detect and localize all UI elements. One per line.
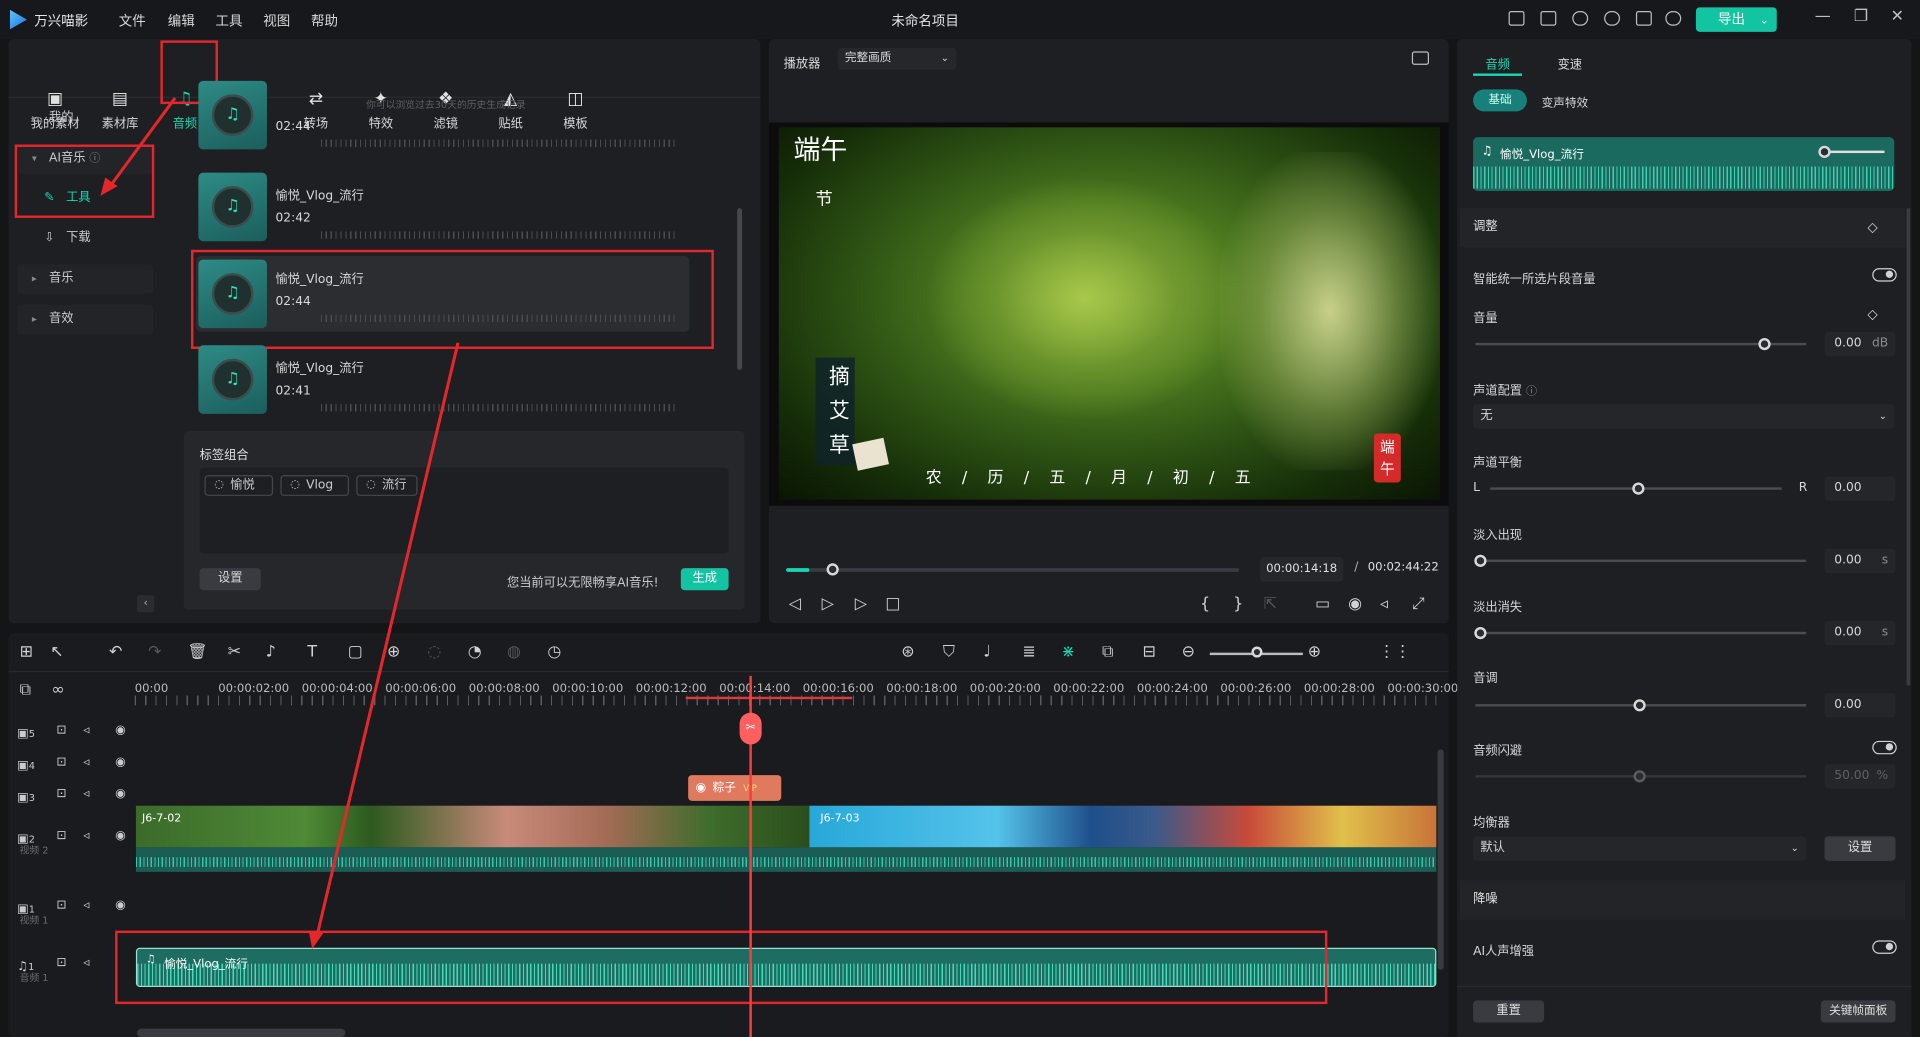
balance-input[interactable]: 0.00	[1824, 476, 1896, 501]
ducking-knob	[1633, 770, 1646, 783]
ducking-value: 50.00	[1834, 768, 1870, 783]
clip-preview: ♫ 愉悦_Vlog_流行	[1473, 137, 1895, 192]
balance-knob[interactable]	[1632, 482, 1645, 495]
keyframe-panel-button[interactable]: 关键帧面板	[1820, 1000, 1896, 1023]
waveform	[1473, 166, 1895, 189]
volume-knob[interactable]	[1758, 337, 1771, 351]
volume-slider[interactable]	[1475, 342, 1807, 346]
clip-preview-name: 愉悦_Vlog_流行	[1500, 148, 1584, 162]
volume-label: 音量	[1473, 312, 1498, 326]
preview-volume-line	[1823, 150, 1885, 154]
fade-in-label: 淡入出现	[1473, 528, 1523, 543]
reset-button[interactable]: 重置	[1473, 1000, 1545, 1023]
pitch-input[interactable]: 0.00	[1824, 693, 1896, 718]
channel-label-text: 声道配置	[1473, 384, 1523, 398]
ai-voice-label: AI人声增强	[1473, 945, 1535, 959]
subtab-voice-effect[interactable]: 变声特效	[1542, 93, 1589, 110]
balance-label: 声道平衡	[1473, 456, 1523, 471]
fade-in-input[interactable]: 0.00 s	[1824, 548, 1896, 574]
channel-value: 无	[1480, 408, 1493, 423]
fade-out-input[interactable]: 0.00 s	[1824, 620, 1896, 646]
ai-voice-toggle[interactable]	[1872, 940, 1897, 954]
fade-out-label: 淡出消失	[1473, 601, 1523, 615]
eq-settings-button[interactable]: 设置	[1824, 836, 1896, 861]
eq-label: 均衡器	[1473, 816, 1510, 831]
keyframe-diamond-icon[interactable]: ◇	[1867, 219, 1877, 235]
channel-select[interactable]: 无 ⌄	[1473, 404, 1895, 429]
volume-unit: dB	[1871, 336, 1889, 351]
fade-out-knob[interactable]	[1474, 626, 1487, 640]
eq-select[interactable]: 默认 ⌄	[1473, 836, 1807, 861]
fade-in-value: 0.00	[1834, 553, 1862, 567]
balance-left-label: L	[1473, 481, 1480, 495]
pitch-knob[interactable]	[1633, 699, 1646, 712]
fade-out-value: 0.00	[1834, 625, 1862, 640]
section-adjust: 调整	[1459, 208, 1906, 248]
sec-unit: s	[1881, 625, 1889, 640]
ducking-toggle[interactable]	[1872, 740, 1897, 755]
pct-unit: %	[1876, 768, 1889, 783]
section-denoise: 降噪	[1459, 880, 1906, 920]
volume-value: 0.00	[1834, 336, 1862, 351]
music-note-icon: ♫	[1481, 144, 1493, 158]
props-scrollbar[interactable]	[1906, 208, 1911, 686]
pitch-label: 音调	[1473, 672, 1498, 686]
subtab-basic[interactable]: 基础	[1473, 89, 1527, 112]
fade-in-slider[interactable]	[1475, 559, 1807, 563]
fade-in-knob[interactable]	[1474, 554, 1487, 567]
preview-volume-knob[interactable]	[1818, 145, 1831, 158]
keyframe-diamond-icon[interactable]: ◇	[1867, 306, 1877, 322]
chevron-down-icon: ⌄	[1878, 410, 1887, 422]
smart-volume-toggle[interactable]	[1872, 268, 1897, 282]
channel-label: 声道配置 ⓘ	[1473, 380, 1537, 398]
help-icon[interactable]: ⓘ	[1526, 386, 1537, 398]
sec-unit: s	[1881, 553, 1889, 567]
tab-audio-props[interactable]: 音频	[1473, 54, 1523, 76]
fade-out-slider[interactable]	[1475, 631, 1807, 635]
ducking-input: 50.00%	[1824, 764, 1896, 789]
chevron-down-icon: ⌄	[1790, 842, 1799, 854]
volume-input[interactable]: 0.00 dB	[1824, 331, 1896, 357]
ducking-label: 音频闪避	[1473, 744, 1523, 758]
balance-right-label: R	[1798, 481, 1808, 495]
smart-volume-label: 智能统一所选片段音量	[1473, 273, 1596, 287]
eq-value: 默认	[1480, 841, 1505, 855]
tab-speed[interactable]: 变速	[1545, 54, 1594, 76]
